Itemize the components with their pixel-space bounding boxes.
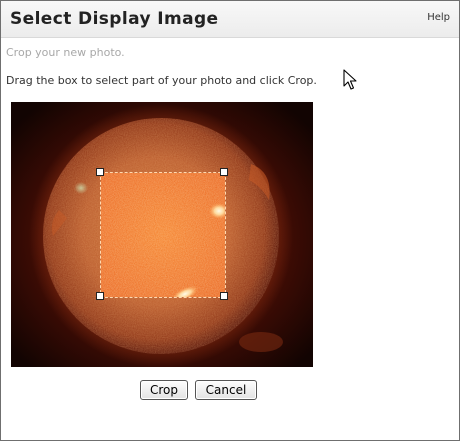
dialog-titlebar[interactable]: Select Display Image Help — [1, 1, 459, 38]
mouse-pointer-icon — [343, 69, 357, 90]
instructions-text: Drag the box to select part of your phot… — [6, 74, 317, 87]
cancel-button[interactable]: Cancel — [195, 380, 257, 400]
crop-handle-top-right[interactable] — [220, 168, 228, 176]
select-display-image-dialog: Select Display Image Help Crop your new … — [0, 0, 460, 441]
subtitle-text: Crop your new photo. — [6, 46, 125, 59]
crop-area-image — [101, 173, 225, 297]
crop-selection-box[interactable] — [100, 172, 226, 298]
crop-button[interactable]: Crop — [140, 380, 188, 400]
crop-handle-bottom-left[interactable] — [96, 292, 104, 300]
crop-handle-bottom-right[interactable] — [220, 292, 228, 300]
crop-handle-top-left[interactable] — [96, 168, 104, 176]
help-link[interactable]: Help — [427, 12, 450, 23]
dialog-title: Select Display Image — [10, 9, 219, 29]
photo-preview — [11, 102, 313, 367]
